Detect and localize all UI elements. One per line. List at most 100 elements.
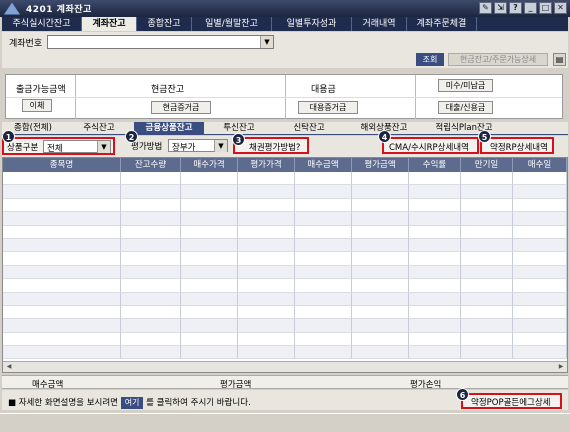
loan-deposit-button[interactable]: 대용증거금: [298, 101, 358, 114]
col-eval-price[interactable]: 평가가격: [238, 158, 295, 172]
table-row[interactable]: [3, 225, 567, 239]
table-cell: [352, 346, 409, 360]
table-row[interactable]: [3, 292, 567, 306]
help-icon[interactable]: ?: [509, 2, 522, 14]
table-cell: [3, 238, 121, 253]
col-buy-date[interactable]: 매수일: [513, 158, 567, 172]
help-prefix: ■ 자세한 화면설명을 보시려면: [8, 398, 118, 408]
table-cell: [121, 212, 181, 226]
col-qty[interactable]: 잔고수량: [121, 158, 181, 172]
table-cell: [295, 238, 352, 253]
table-cell: [513, 252, 567, 266]
tab-order-execution[interactable]: 계좌주문체결: [407, 17, 477, 31]
cash-detail-button[interactable]: 현금잔고/주문가능상세: [448, 53, 548, 66]
table-cell: [295, 212, 352, 226]
col-buy-amount[interactable]: 매수금액: [295, 158, 352, 172]
table-cell: [461, 252, 513, 266]
pop-golden-egg-button[interactable]: 약정POP골든에그상세: [461, 393, 562, 409]
table-cell: [409, 265, 461, 280]
table-cell: [3, 212, 121, 226]
table-row[interactable]: [3, 305, 567, 320]
cma-detail-button[interactable]: CMA/수시RP상세내역: [382, 137, 479, 154]
table-cell: [461, 185, 513, 199]
help-suffix: 를 클릭하여 주시기 바랍니다.: [146, 398, 251, 408]
transfer-button[interactable]: 이체: [22, 99, 52, 112]
subtab-financial[interactable]: 금융상품잔고: [134, 122, 204, 134]
app-logo-icon: [4, 2, 20, 15]
col-maturity[interactable]: 만기일: [461, 158, 513, 172]
chevron-down-icon[interactable]: ▼: [214, 140, 227, 152]
tab-realtime-stock[interactable]: 주식실시간잔고: [2, 17, 82, 31]
table-cell: [461, 212, 513, 226]
table-cell: [181, 332, 238, 347]
table-row[interactable]: [3, 332, 567, 347]
eval-select[interactable]: 장부가 ▼: [168, 139, 228, 153]
tab-total-balance[interactable]: 종합잔고: [137, 17, 192, 31]
table-cell: [295, 319, 352, 333]
cash-balance-label: 현금잔고: [151, 85, 185, 95]
account-select[interactable]: ▼: [47, 35, 274, 49]
table-cell: [409, 332, 461, 347]
col-buy-price[interactable]: 매수가격: [181, 158, 238, 172]
maximize-icon[interactable]: □: [539, 2, 552, 14]
rp-detail-button[interactable]: 약정RP상세내역: [480, 137, 554, 154]
tab-transactions[interactable]: 거래내역: [352, 17, 407, 31]
table-row[interactable]: [3, 252, 567, 266]
minimize-icon[interactable]: _: [524, 2, 537, 14]
loan-credit-button[interactable]: 대출/신용금: [438, 101, 493, 114]
chevron-down-icon[interactable]: ▼: [97, 141, 110, 153]
table-row[interactable]: [3, 279, 567, 293]
scroll-left-icon[interactable]: ◀: [4, 363, 14, 371]
table-cell: [295, 252, 352, 266]
table-row[interactable]: [3, 185, 567, 199]
table-cell: [121, 332, 181, 347]
table-cell: [409, 172, 461, 186]
table-row[interactable]: [3, 265, 567, 280]
chevron-down-icon[interactable]: ▼: [260, 36, 273, 48]
tab-account-balance[interactable]: 계좌잔고: [82, 17, 137, 31]
table-cell: [181, 198, 238, 213]
table-cell: [409, 185, 461, 199]
help-here-button[interactable]: 여기: [120, 397, 144, 409]
table-cell: [409, 198, 461, 213]
table-row[interactable]: [3, 198, 567, 213]
product-select[interactable]: 전체 ▼: [43, 140, 111, 154]
print-icon[interactable]: ▤: [553, 53, 566, 66]
table-cell: [181, 185, 238, 199]
tab-daily-performance[interactable]: 일별투자성과: [272, 17, 352, 31]
table-cell: [352, 225, 409, 239]
table-row[interactable]: [3, 238, 567, 253]
table-cell: [238, 292, 295, 306]
col-item-name[interactable]: 종목명: [3, 158, 121, 172]
table-cell: [295, 332, 352, 347]
cash-deposit-button[interactable]: 현금증거금: [151, 101, 211, 114]
table-cell: [238, 319, 295, 333]
table-cell: [238, 198, 295, 213]
subtab-plan[interactable]: 적립식Plan잔고: [424, 122, 504, 134]
scroll-right-icon[interactable]: ▶: [556, 363, 566, 371]
product-filter-box: 상품구분 전체 ▼: [2, 137, 115, 155]
horizontal-scrollbar[interactable]: ◀ ▶: [3, 361, 567, 372]
subtab-stock[interactable]: 주식잔고: [64, 122, 134, 134]
col-eval-amount[interactable]: 평가금액: [352, 158, 409, 172]
badge-3: 3: [232, 133, 245, 146]
table-row[interactable]: [3, 346, 567, 360]
pin-icon[interactable]: ✎: [479, 2, 492, 14]
table-cell: [238, 332, 295, 347]
close-icon[interactable]: ✕: [554, 2, 567, 14]
table-cell: [352, 198, 409, 213]
table-cell: [181, 279, 238, 293]
unpaid-button[interactable]: 미수/미납금: [438, 79, 493, 92]
subtab-trust[interactable]: 신탁잔고: [274, 122, 344, 134]
table-cell: [513, 305, 567, 320]
balance-grid[interactable]: 종목명 잔고수량 매수가격 평가가격 매수금액 평가금액 수익률 만기일 매수일…: [2, 157, 568, 373]
tab-daily-monthly[interactable]: 일별/월말잔고: [192, 17, 272, 31]
table-row[interactable]: [3, 172, 567, 186]
table-row[interactable]: [3, 319, 567, 333]
restore-icon[interactable]: ⇲: [494, 2, 507, 14]
table-row[interactable]: [3, 212, 567, 226]
table-cell: [409, 305, 461, 320]
query-button[interactable]: 조회: [416, 53, 444, 66]
table-cell: [3, 198, 121, 213]
col-return[interactable]: 수익률: [409, 158, 461, 172]
